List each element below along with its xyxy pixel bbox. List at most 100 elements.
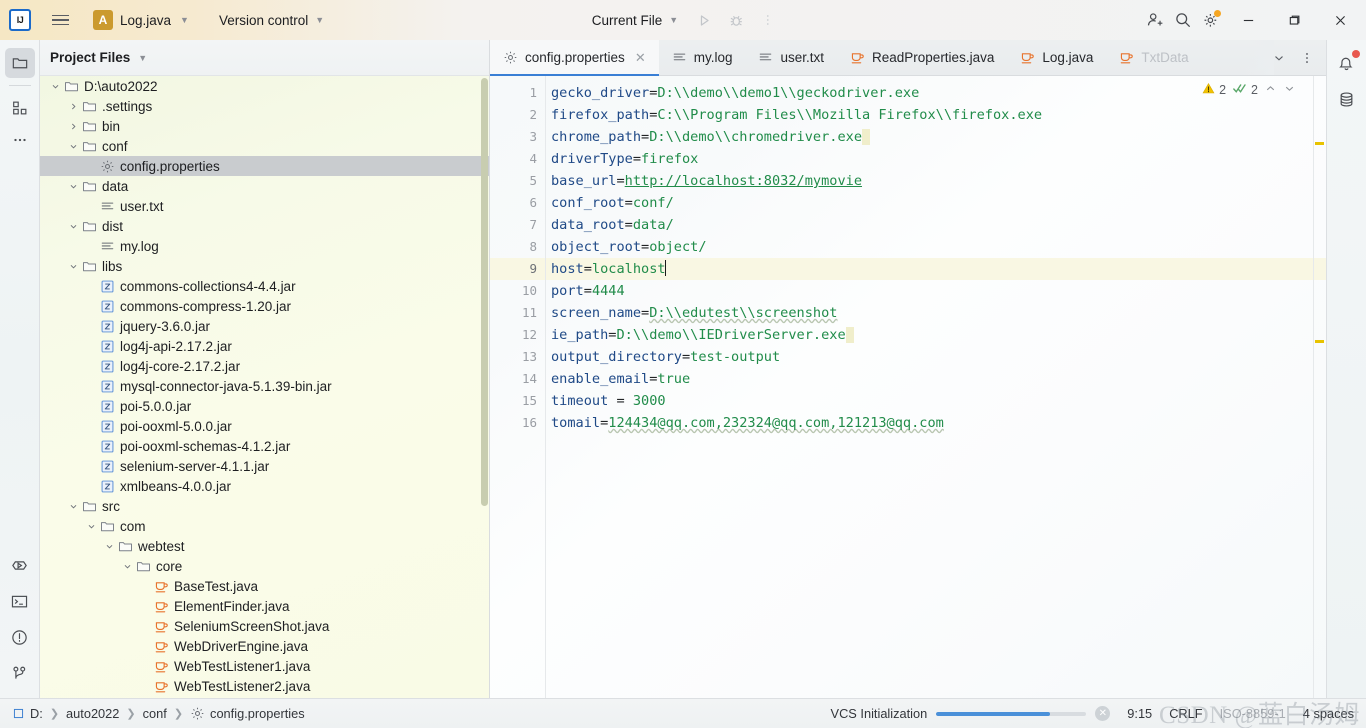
breadcrumb-item[interactable]: config.properties bbox=[190, 706, 305, 721]
next-problem-icon[interactable] bbox=[1283, 82, 1296, 98]
tree-node[interactable]: webtest bbox=[40, 536, 489, 556]
vcs-progress-widget[interactable]: VCS Initialization ✕ bbox=[831, 706, 1111, 721]
line-number[interactable]: 13 bbox=[490, 346, 546, 368]
editor-tab-bar[interactable]: config.properties ✕ my.log user.txt ReadProp… bbox=[490, 40, 1326, 76]
tree-node[interactable]: ElementFinder.java bbox=[40, 596, 489, 616]
line-separator[interactable]: CRLF bbox=[1169, 706, 1202, 721]
tree-node[interactable]: user.txt bbox=[40, 196, 489, 216]
close-tab-icon[interactable]: ✕ bbox=[635, 50, 646, 66]
chevron-right-icon[interactable] bbox=[66, 102, 80, 111]
code-line[interactable]: output_directory=test-output bbox=[546, 346, 1326, 368]
tree-node-selected[interactable]: config.properties bbox=[40, 156, 489, 176]
more-tool-windows-icon[interactable] bbox=[5, 125, 35, 155]
line-number[interactable]: 12 bbox=[490, 324, 546, 346]
caret-position[interactable]: 9:15 bbox=[1127, 706, 1152, 721]
tree-node[interactable]: core bbox=[40, 556, 489, 576]
code-line[interactable]: enable_email=true bbox=[546, 368, 1326, 390]
run-icon[interactable] bbox=[691, 7, 717, 33]
line-number-gutter[interactable]: 1 2 3 4 5 6 7 8 9 10 11 12 13 14 15 16 bbox=[490, 76, 546, 698]
tree-node[interactable]: bin bbox=[40, 116, 489, 136]
tree-node[interactable]: poi-5.0.0.jar bbox=[40, 396, 489, 416]
notifications-bell-icon[interactable] bbox=[1332, 48, 1362, 78]
chevron-down-icon[interactable] bbox=[66, 142, 80, 151]
tree-node[interactable]: commons-collections4-4.4.jar bbox=[40, 276, 489, 296]
project-widget[interactable]: A Log.java ▼ bbox=[87, 7, 195, 33]
project-tree-scroll-thumb[interactable] bbox=[481, 78, 488, 506]
line-number[interactable]: 8 bbox=[490, 236, 546, 258]
window-minimize-button[interactable] bbox=[1226, 1, 1270, 39]
chevron-down-icon[interactable] bbox=[84, 522, 98, 531]
editor-scrollbar[interactable] bbox=[1313, 76, 1326, 698]
line-number[interactable]: 4 bbox=[490, 148, 546, 170]
line-number[interactable]: 1 bbox=[490, 82, 546, 104]
tree-node[interactable]: BaseTest.java bbox=[40, 576, 489, 596]
tree-node[interactable]: SeleniumScreenShot.java bbox=[40, 616, 489, 636]
chevron-right-icon[interactable] bbox=[66, 122, 80, 131]
breadcrumb-item[interactable]: conf bbox=[143, 706, 167, 721]
tree-node[interactable]: my.log bbox=[40, 236, 489, 256]
editor-tab[interactable]: TxtData bbox=[1106, 40, 1201, 75]
window-maximize-button[interactable] bbox=[1272, 1, 1316, 39]
debug-icon[interactable] bbox=[723, 7, 749, 33]
code-line[interactable]: tomail=124434@qq.com,232324@qq.com,12121… bbox=[546, 412, 1326, 434]
project-folder-icon[interactable] bbox=[4, 48, 35, 78]
version-control-widget[interactable]: Version control ▼ bbox=[213, 10, 330, 31]
code-editor[interactable]: 1 2 3 4 5 6 7 8 9 10 11 12 13 14 15 16 gecko_driver=D:\… bbox=[490, 76, 1326, 698]
breadcrumb-item[interactable]: D: bbox=[12, 706, 43, 721]
warning-marker[interactable] bbox=[1315, 142, 1324, 145]
chevron-down-icon[interactable] bbox=[66, 222, 80, 231]
line-number[interactable]: 11 bbox=[490, 302, 546, 324]
code-line[interactable]: port=4444 bbox=[546, 280, 1326, 302]
line-number[interactable]: 5 bbox=[490, 170, 546, 192]
more-actions-icon[interactable] bbox=[755, 7, 781, 33]
code-line[interactable]: chrome_path=D:\\demo\\chromedriver.exe bbox=[546, 126, 1326, 148]
tree-node[interactable]: poi-ooxml-5.0.0.jar bbox=[40, 416, 489, 436]
line-number[interactable]: 9 bbox=[490, 258, 546, 280]
tree-node[interactable]: log4j-api-2.17.2.jar bbox=[40, 336, 489, 356]
line-number[interactable]: 6 bbox=[490, 192, 546, 214]
run-tool-icon[interactable] bbox=[5, 550, 35, 580]
chevron-down-icon[interactable]: ▼ bbox=[138, 53, 147, 63]
cancel-progress-icon[interactable]: ✕ bbox=[1095, 706, 1111, 721]
search-icon[interactable] bbox=[1170, 7, 1196, 33]
project-tree[interactable]: D:\auto2022 .settings bin conf config.proper… bbox=[40, 76, 489, 698]
code-line[interactable]: base_url=http://localhost:8032/mymovie bbox=[546, 170, 1326, 192]
chevron-down-icon[interactable] bbox=[66, 502, 80, 511]
tree-node[interactable]: selenium-server-4.1.1.jar bbox=[40, 456, 489, 476]
tree-node[interactable]: dist bbox=[40, 216, 489, 236]
tree-node[interactable]: xmlbeans-4.0.0.jar bbox=[40, 476, 489, 496]
tab-more-options-icon[interactable] bbox=[1294, 45, 1320, 71]
add-collaborator-icon[interactable] bbox=[1142, 7, 1168, 33]
tree-node[interactable]: com bbox=[40, 516, 489, 536]
tree-node[interactable]: libs bbox=[40, 256, 489, 276]
tree-node[interactable]: src bbox=[40, 496, 489, 516]
code-line[interactable]: driverType=firefox bbox=[546, 148, 1326, 170]
project-tree-list[interactable]: D:\auto2022 .settings bin conf config.proper… bbox=[40, 76, 489, 698]
database-icon[interactable] bbox=[1332, 84, 1362, 114]
chevron-down-icon[interactable] bbox=[48, 82, 62, 91]
tree-node[interactable]: mysql-connector-java-5.1.39-bin.jar bbox=[40, 376, 489, 396]
file-encoding[interactable]: ISO-8859-1 bbox=[1220, 706, 1286, 721]
code-line[interactable]: firefox_path=C:\\Program Files\\Mozilla … bbox=[546, 104, 1326, 126]
tree-node[interactable]: WebDriverEngine.java bbox=[40, 636, 489, 656]
inspection-widget[interactable]: 2 2 bbox=[1202, 82, 1296, 98]
code-line[interactable]: data_root=data/ bbox=[546, 214, 1326, 236]
structure-icon[interactable] bbox=[5, 93, 35, 123]
terminal-icon[interactable] bbox=[5, 586, 35, 616]
editor-tab[interactable]: ReadProperties.java bbox=[837, 40, 1007, 75]
line-number[interactable]: 3 bbox=[490, 126, 546, 148]
line-number[interactable]: 16 bbox=[490, 412, 546, 434]
breadcrumb-item[interactable]: auto2022 bbox=[66, 706, 119, 721]
settings-gear-icon[interactable] bbox=[1198, 7, 1224, 33]
chevron-down-icon[interactable] bbox=[66, 262, 80, 271]
project-panel-header[interactable]: Project Files ▼ bbox=[40, 40, 489, 76]
code-line[interactable]: object_root=object/ bbox=[546, 236, 1326, 258]
tree-node[interactable]: WebTestListener1.java bbox=[40, 656, 489, 676]
tree-node[interactable]: poi-ooxml-schemas-4.1.2.jar bbox=[40, 436, 489, 456]
previous-problem-icon[interactable] bbox=[1264, 82, 1277, 98]
main-menu-icon[interactable] bbox=[47, 7, 73, 33]
tree-node[interactable]: data bbox=[40, 176, 489, 196]
tree-node[interactable]: conf bbox=[40, 136, 489, 156]
tree-node[interactable]: WebTestListener2.java bbox=[40, 676, 489, 696]
line-number[interactable]: 7 bbox=[490, 214, 546, 236]
